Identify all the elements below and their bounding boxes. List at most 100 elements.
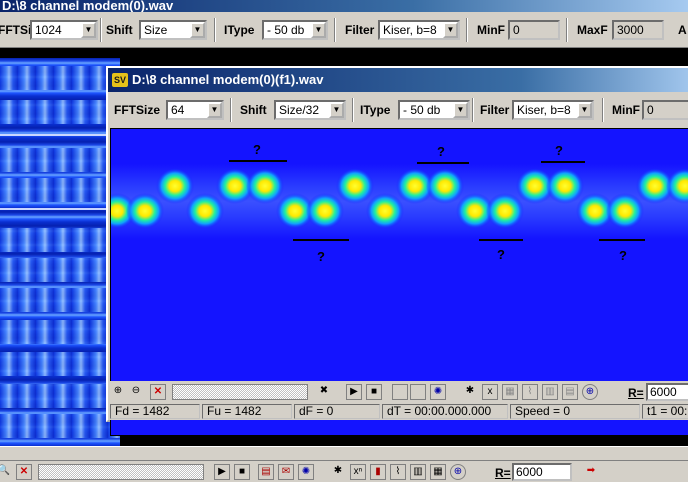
signal-peak: [366, 193, 404, 229]
filter-select[interactable]: Kiser, b=8 ▼: [512, 100, 594, 120]
zoom-out-icon[interactable]: ⊖: [128, 384, 144, 400]
chevron-down-icon: ▼: [443, 22, 458, 38]
itype-label: IType: [360, 103, 391, 117]
back-minf-field[interactable]: 0: [508, 20, 560, 40]
marker-icon[interactable]: ✱: [330, 464, 346, 480]
filter-icon[interactable]: ▦: [502, 384, 518, 400]
delete-icon[interactable]: ✕: [16, 464, 32, 480]
back-fftsize-select[interactable]: 1024 ▼: [30, 20, 98, 40]
app-icon: SV: [112, 73, 128, 87]
annotation-question: ?: [555, 143, 563, 158]
back-rate-field[interactable]: 6000: [512, 463, 572, 481]
play-icon[interactable]: ▶: [214, 464, 230, 480]
spectrogram-marker-line: [0, 208, 120, 210]
bars-icon[interactable]: ▥: [410, 464, 426, 480]
settings-icon[interactable]: ✺: [298, 464, 314, 480]
front-window-statusbar: Fd = 1482 Fu = 1482 dF = 0 dT = 00:00.00…: [108, 403, 688, 420]
chevron-down-icon: ▼: [577, 102, 592, 118]
zoom-in-icon[interactable]: ⊕: [110, 384, 126, 400]
waveform-icon[interactable]: ⌇: [390, 464, 406, 480]
itype-select[interactable]: - 50 db ▼: [398, 100, 470, 120]
chevron-down-icon: ▼: [453, 102, 468, 118]
marker-icon[interactable]: ✱: [462, 384, 478, 400]
front-window[interactable]: SV D:\8 channel modem(0)(f1).wav FFTSize…: [106, 66, 688, 436]
back-window-controls: 🔍 ✕ ▶ ■ ▤ ✉ ✺ ✱ xⁿ ▮ ⌇ ▥ ▦ ⊕ R= 6000 ➡: [0, 460, 688, 482]
minf-label: MinF: [612, 103, 640, 117]
chevron-down-icon: ▼: [329, 102, 344, 118]
shift-select[interactable]: Size/32 ▼: [274, 100, 346, 120]
back-maxf-label: MaxF: [577, 23, 608, 37]
status-speed: Speed = 0: [510, 404, 640, 419]
bars-icon[interactable]: ▥: [542, 384, 558, 400]
power-icon[interactable]: x: [482, 384, 498, 400]
rate-field[interactable]: 6000: [646, 383, 688, 401]
delete-icon[interactable]: ✕: [150, 384, 166, 400]
spectrogram-band: [0, 414, 120, 438]
annotation-line: [293, 239, 349, 241]
annotation-line: [417, 162, 469, 164]
spectrogram-band: [0, 148, 120, 172]
spectrum-icon[interactable]: ▤: [258, 464, 274, 480]
signal-peak: [306, 193, 344, 229]
front-window-titlebar[interactable]: SV D:\8 channel modem(0)(f1).wav: [108, 68, 688, 92]
signal-peak: [156, 168, 194, 204]
annotation-question: ?: [497, 247, 505, 262]
target-icon[interactable]: ⊕: [450, 464, 466, 480]
stop-icon[interactable]: ■: [234, 464, 250, 480]
back-spectrogram[interactable]: [0, 58, 120, 446]
filter-icon[interactable]: ▮: [370, 464, 386, 480]
horizontal-scrollbar[interactable]: [172, 384, 308, 400]
front-window-title: D:\8 channel modem(0)(f1).wav: [132, 72, 324, 87]
levels-icon[interactable]: ▤: [562, 384, 578, 400]
status-df: dF = 0: [294, 404, 380, 419]
settings-icon[interactable]: ✺: [430, 384, 446, 400]
waveform-icon[interactable]: ⌇: [522, 384, 538, 400]
back-maxf-field[interactable]: 3000: [612, 20, 664, 40]
front-window-toolbar: FFTSize 64 ▼ Shift Size/32 ▼ IType - 50 …: [108, 92, 688, 128]
annotation-line: [541, 161, 585, 163]
fftsize-select[interactable]: 64 ▼: [166, 100, 224, 120]
spectrogram-band: [0, 352, 120, 376]
target-icon[interactable]: ⊕: [582, 384, 598, 400]
fftsize-label: FFTSize: [114, 103, 161, 117]
chevron-down-icon: ▼: [190, 22, 205, 38]
toolbar-divider: [466, 18, 468, 42]
status-fu: Fu = 1482: [202, 404, 292, 419]
power-icon[interactable]: xⁿ: [350, 464, 366, 480]
chevron-down-icon: ▼: [81, 22, 96, 38]
back-shift-label: Shift: [106, 23, 133, 37]
play-icon[interactable]: ▶: [346, 384, 362, 400]
envelope-icon[interactable]: ✉: [278, 464, 294, 480]
status-fd: Fd = 1482: [110, 404, 200, 419]
stop-icon[interactable]: ■: [366, 384, 382, 400]
back-window-status: [0, 446, 688, 460]
back-itype-select[interactable]: - 50 db ▼: [262, 20, 328, 40]
close-marker-icon[interactable]: ✖: [316, 384, 332, 400]
signal-peak: [606, 193, 644, 229]
levels-icon[interactable]: ▦: [430, 464, 446, 480]
minf-field[interactable]: 0: [642, 100, 688, 120]
back-itype-label: IType: [224, 23, 255, 37]
spectrogram-band: [0, 100, 120, 124]
annotation-question: ?: [437, 144, 445, 159]
signal-peak: [486, 193, 524, 229]
back-filter-select[interactable]: Kiser, b=8 ▼: [378, 20, 460, 40]
signal-peak: [246, 168, 284, 204]
next-icon[interactable]: ➡: [583, 464, 599, 480]
annotation-line: [229, 160, 287, 162]
annotation-line: [479, 239, 523, 241]
back-shift-select[interactable]: Size ▼: [139, 20, 207, 40]
blank-icon[interactable]: [410, 384, 426, 400]
toolbar-divider: [100, 18, 102, 42]
blank-icon[interactable]: [392, 384, 408, 400]
back-horizontal-scrollbar[interactable]: [38, 464, 204, 480]
back-window-titlebar[interactable]: D:\8 channel modem(0).wav: [0, 0, 688, 12]
signal-peak: [426, 168, 464, 204]
zoom-out-icon[interactable]: 🔍: [0, 464, 12, 480]
spectrogram-band: [0, 178, 120, 202]
annotation-question: ?: [253, 142, 261, 157]
signal-peak: [336, 168, 374, 204]
toolbar-divider: [214, 18, 216, 42]
annotation-question: ?: [317, 249, 325, 264]
annotation-question: ?: [619, 248, 627, 263]
